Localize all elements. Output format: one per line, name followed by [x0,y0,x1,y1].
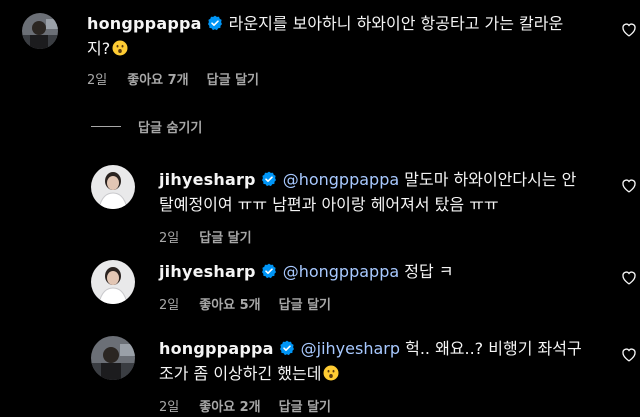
comment-time: 2일 [159,400,180,415]
likes-count-link[interactable]: 좋아요 5개 [199,298,260,313]
comment-text: 정답 ㅋ [404,262,454,281]
like-heart-icon[interactable] [621,22,637,37]
like-heart-icon[interactable] [621,347,637,362]
avatar[interactable] [22,13,58,49]
like-heart-icon[interactable] [621,270,637,285]
likes-count-link[interactable]: 좋아요 2개 [199,400,260,415]
surprised-face-icon [323,365,339,381]
mention-link[interactable]: @hongppappa [283,262,399,281]
comment-time: 2일 [159,231,180,246]
verified-badge-icon [207,15,223,31]
mention-link[interactable]: @hongppappa [283,170,399,189]
verified-badge-icon [279,340,295,356]
hide-replies-label: 답글 숨기기 [138,121,203,136]
avatar[interactable] [91,165,135,209]
divider-line [91,126,121,127]
avatar[interactable] [91,260,135,304]
comment-text-continued: 탈예정이여 ㅠㅠ 남편과 아이랑 헤어져서 탔음 ㅠㅠ [159,195,499,214]
comment-thread: hongppappa 라운지를 보아하니 하와이안 항공타고 가는 칼라운 지? … [0,0,640,417]
comment-text-continued: 지? [87,39,111,58]
comment-username[interactable]: hongppappa [159,339,274,358]
reply-button[interactable]: 답글 달기 [199,231,251,246]
comment-time: 2일 [159,298,180,313]
comment-text: 헉.. 왜요..? 비행기 좌석구 [405,339,582,358]
hide-replies-button[interactable]: 답글 숨기기 [91,117,202,136]
comment-username[interactable]: hongppappa [87,14,202,33]
comment-username[interactable]: jihyesharp [159,170,256,189]
like-heart-icon[interactable] [621,178,637,193]
comment-time: 2일 [87,73,108,88]
comment-text-continued: 조가 좀 이상하긴 했는데 [159,364,322,383]
surprised-face-icon [112,40,128,56]
likes-count-link[interactable]: 좋아요 7개 [127,73,188,88]
comment-text: 말도마 하와이안다시는 안 [404,170,577,189]
reply-button[interactable]: 답글 달기 [279,298,331,313]
verified-badge-icon [261,171,277,187]
mention-link[interactable]: @jihyesharp [301,339,400,358]
reply-button[interactable]: 답글 달기 [207,73,259,88]
reply-button[interactable]: 답글 달기 [279,400,331,415]
avatar[interactable] [91,336,135,380]
verified-badge-icon [261,263,277,279]
comment-text: 라운지를 보아하니 하와이안 항공타고 가는 칼라운 [228,14,564,33]
comment-username[interactable]: jihyesharp [159,262,256,281]
